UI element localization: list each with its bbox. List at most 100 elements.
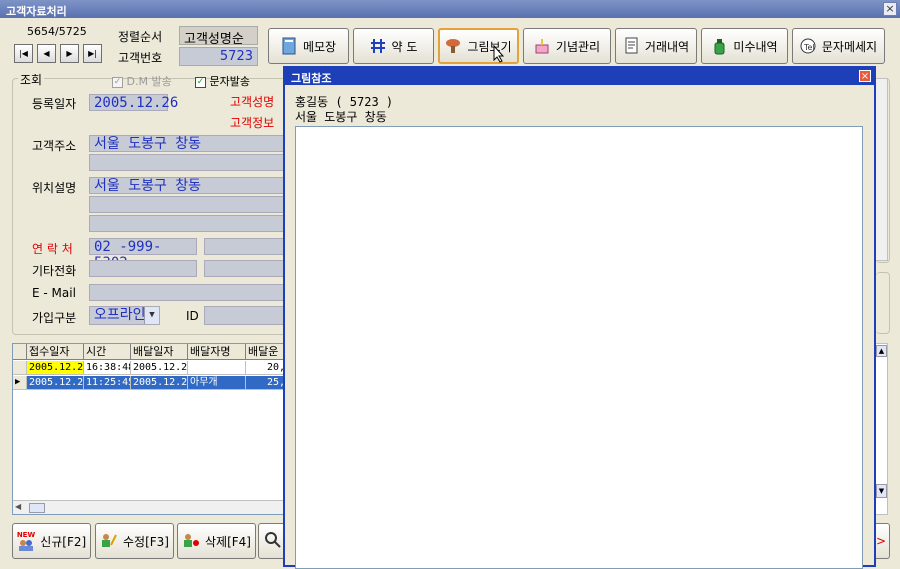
receivables-button-label: 미수내역: [733, 39, 778, 54]
id-label: ID: [186, 309, 199, 323]
reg-date-field[interactable]: 2005.12.26: [89, 94, 178, 111]
location-field[interactable]: 서울 도봉구 창동: [89, 177, 286, 194]
location-field-2[interactable]: [89, 196, 286, 213]
current-row-arrow-icon: ▶: [13, 376, 27, 390]
location-field-3[interactable]: [89, 215, 286, 232]
grid-col-receipt-date[interactable]: 접수일자: [27, 344, 84, 359]
customer-info-label: 고객정보: [230, 116, 275, 130]
contact-label: 연 락 처: [32, 242, 73, 256]
grid-cell: 2005.12.28: [131, 376, 188, 390]
memo-button-label: 메모장: [302, 39, 337, 54]
customer-name-label: 고객성명: [230, 95, 275, 109]
grid-horizontal-scrollbar[interactable]: ◀: [13, 500, 284, 514]
grid-corner: [13, 344, 27, 359]
picture-icon: [445, 37, 461, 55]
cake-icon: [534, 37, 550, 55]
grid-cell: 아무개: [188, 376, 246, 390]
edit-icon: [100, 531, 118, 552]
scroll-left-icon[interactable]: ◀: [15, 502, 21, 511]
dialog-address-line: 서울 도봉구 창동: [295, 110, 387, 124]
grid-cell: 11:25:45: [84, 376, 131, 390]
anniversary-button-label: 기념관리: [555, 39, 601, 54]
memo-button[interactable]: 메모장: [268, 28, 349, 64]
transaction-history-button[interactable]: 거래내역: [615, 28, 697, 64]
grid-header: 접수일자 시간 배달일자 배달자명 배달운: [13, 344, 284, 360]
chevron-down-icon[interactable]: ▼: [144, 307, 159, 324]
grid-col-deliverer[interactable]: 배달자명: [188, 344, 246, 359]
nav-first-button[interactable]: |◀: [14, 44, 33, 63]
customer-no-field[interactable]: 5723: [179, 47, 258, 66]
id-field[interactable]: [204, 306, 286, 325]
right-vertical-scrollbar[interactable]: [875, 78, 888, 261]
mouse-cursor-icon: [493, 44, 505, 66]
document-icon: [623, 37, 639, 55]
reg-date-label: 등록일자: [32, 97, 77, 111]
contact-field-2[interactable]: [204, 238, 286, 255]
notepad-icon: [281, 37, 297, 55]
row-indicator: [13, 361, 27, 375]
grid-col-fee[interactable]: 배달운: [246, 344, 284, 359]
join-type-value: 오프라인: [94, 307, 146, 323]
picture-canvas[interactable]: [295, 126, 863, 569]
picture-view-button[interactable]: 그림보기: [438, 28, 519, 64]
delete-icon: [182, 531, 200, 552]
anniversary-button[interactable]: 기념관리: [523, 28, 611, 64]
email-field[interactable]: [89, 284, 286, 301]
nav-last-button[interactable]: ▶|: [83, 44, 102, 63]
address-field[interactable]: 서울 도봉구 창동: [89, 135, 286, 152]
text-message-button[interactable]: Tel 문자메세지: [792, 28, 885, 64]
edit-button[interactable]: 수정[F3]: [95, 523, 174, 559]
join-type-select[interactable]: 오프라인 ▼: [89, 306, 160, 325]
nav-next-button[interactable]: ▶: [60, 44, 79, 63]
receivables-button[interactable]: 미수내역: [701, 28, 788, 64]
close-window-button-edge[interactable]: >: [876, 523, 890, 559]
table-row[interactable]: 2005.12.26 16:38:48 2005.12.26 20,: [13, 361, 284, 375]
window-close-button[interactable]: ×: [883, 2, 897, 16]
nav-prev-button[interactable]: ◀: [37, 44, 56, 63]
dm-checkbox[interactable]: ✓: [112, 76, 123, 88]
delete-button[interactable]: 삭제[F4]: [177, 523, 256, 559]
history-grid[interactable]: 접수일자 시간 배달일자 배달자명 배달운 2005.12.26 16:38:4…: [12, 343, 285, 515]
dm-checkbox-row[interactable]: ✓ D.M 발송: [112, 73, 172, 89]
bottle-icon: [711, 37, 727, 55]
join-type-label: 가입구분: [32, 311, 77, 325]
grid-col-delivery-date[interactable]: 배달일자: [131, 344, 188, 359]
sms-checkbox-label: 문자발송: [209, 75, 250, 88]
table-row[interactable]: ▶ 2005.12.28 11:25:45 2005.12.28 아무개 25,: [13, 376, 284, 390]
email-label: E - Mail: [32, 286, 76, 300]
other-phone-field-2[interactable]: [204, 260, 286, 277]
delete-button-label: 삭제[F4]: [205, 534, 251, 549]
grid-col-time[interactable]: 시간: [84, 344, 131, 359]
sort-label: 정렬순서: [118, 30, 163, 44]
scroll-up-icon[interactable]: ▲: [876, 345, 887, 357]
scroll-thumb[interactable]: [29, 503, 45, 513]
grid-cell: 2005.12.26: [131, 361, 188, 375]
grid-cell: 2005.12.26: [27, 361, 84, 375]
new-icon: NEW: [16, 530, 36, 551]
picture-reference-dialog: 그림참조 × 홍길동 ( 5723 ) 서울 도봉구 창동: [283, 66, 876, 569]
address-field-2[interactable]: [89, 154, 286, 171]
other-phone-label: 기타전화: [32, 264, 77, 278]
edit-button-label: 수정[F3]: [123, 534, 169, 549]
scroll-down-icon[interactable]: ▼: [876, 484, 887, 498]
grid-cell: 2005.12.28: [27, 376, 84, 390]
other-phone-field[interactable]: [89, 260, 197, 277]
right-panel-edge-2: [876, 272, 890, 334]
map-button[interactable]: 약 도: [353, 28, 434, 64]
sms-checkbox[interactable]: ✓: [195, 76, 206, 88]
dialog-close-button[interactable]: ×: [859, 70, 871, 82]
new-badge: NEW: [16, 530, 36, 539]
phone-icon: Tel: [800, 37, 816, 55]
transaction-history-button-label: 거래내역: [644, 39, 690, 54]
sort-order-select[interactable]: 고객성명순: [179, 26, 258, 47]
sms-checkbox-row[interactable]: ✓ 문자발송: [195, 73, 250, 89]
map-button-label: 약 도: [391, 39, 418, 54]
new-button[interactable]: NEW 신규[F2]: [12, 523, 91, 559]
right-grid-scrollbar[interactable]: ▲ ▼: [875, 343, 888, 515]
search-icon: [264, 531, 282, 552]
record-counter: 5654/5725: [27, 25, 87, 38]
dialog-title: 그림참조: [285, 68, 874, 85]
grid-cell: 20,: [246, 361, 284, 375]
grid-cell: 16:38:48: [84, 361, 131, 375]
contact-field[interactable]: 02 -999-5302: [89, 238, 197, 271]
